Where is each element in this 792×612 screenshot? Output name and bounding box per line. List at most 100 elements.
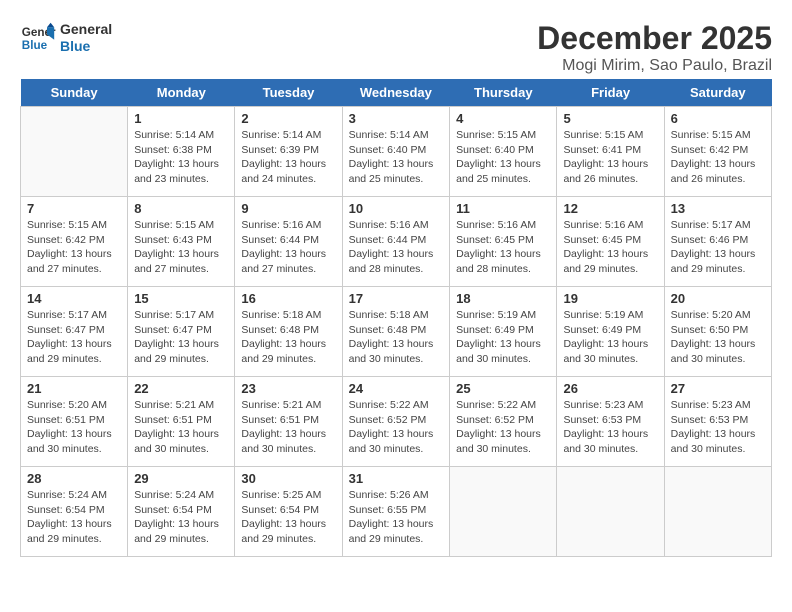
day-number: 15 xyxy=(134,291,228,306)
day-cell: 27Sunrise: 5:23 AMSunset: 6:53 PMDayligh… xyxy=(664,377,771,467)
day-number: 11 xyxy=(456,201,550,216)
day-cell xyxy=(21,107,128,197)
logo: General Blue General Blue xyxy=(20,20,112,56)
cell-info: Sunrise: 5:19 AMSunset: 6:49 PMDaylight:… xyxy=(563,308,657,367)
cell-info: Sunrise: 5:21 AMSunset: 6:51 PMDaylight:… xyxy=(134,398,228,457)
day-cell: 24Sunrise: 5:22 AMSunset: 6:52 PMDayligh… xyxy=(342,377,450,467)
logo-icon: General Blue xyxy=(20,20,56,56)
day-cell: 6 Sunrise: 5:15 AMSunset: 6:42 PMDaylight… xyxy=(664,107,771,197)
day-header-monday: Monday xyxy=(128,79,235,107)
day-header-sunday: Sunday xyxy=(21,79,128,107)
month-title: December 2025 xyxy=(537,20,772,57)
day-cell: 5 Sunrise: 5:15 AMSunset: 6:41 PMDaylight… xyxy=(557,107,664,197)
cell-info: Sunrise: 5:16 AMSunset: 6:44 PMDaylight:… xyxy=(349,218,444,277)
day-cell xyxy=(450,467,557,557)
day-number: 29 xyxy=(134,471,228,486)
day-cell: 8Sunrise: 5:15 AMSunset: 6:43 PMDaylight… xyxy=(128,197,235,287)
day-cell: 17Sunrise: 5:18 AMSunset: 6:48 PMDayligh… xyxy=(342,287,450,377)
day-number: 24 xyxy=(349,381,444,396)
cell-info: Sunrise: 5:24 AMSunset: 6:54 PMDaylight:… xyxy=(27,488,121,547)
day-number: 20 xyxy=(671,291,765,306)
week-row-0: 1Sunrise: 5:14 AMSunset: 6:38 PMDaylight… xyxy=(21,107,772,197)
day-cell: 30 Sunrise: 5:25 AMSunset: 6:54 PMDayligh… xyxy=(235,467,342,557)
calendar-body: 1Sunrise: 5:14 AMSunset: 6:38 PMDaylight… xyxy=(21,107,772,557)
cell-info: Sunrise: 5:14 AMSunset: 6:40 PMDaylight:… xyxy=(349,128,444,187)
day-number: 2 xyxy=(241,111,335,126)
day-number: 21 xyxy=(27,381,121,396)
cell-info: Sunrise: 5:24 AMSunset: 6:54 PMDaylight:… xyxy=(134,488,228,547)
day-number: 10 xyxy=(349,201,444,216)
day-cell: 12Sunrise: 5:16 AMSunset: 6:45 PMDayligh… xyxy=(557,197,664,287)
calendar-table: SundayMondayTuesdayWednesdayThursdayFrid… xyxy=(20,79,772,557)
day-cell: 16 Sunrise: 5:18 AMSunset: 6:48 PMDayligh… xyxy=(235,287,342,377)
logo-line1: General xyxy=(60,21,112,38)
day-cell: 21Sunrise: 5:20 AMSunset: 6:51 PMDayligh… xyxy=(21,377,128,467)
day-number: 1 xyxy=(134,111,228,126)
day-cell: 4 Sunrise: 5:15 AMSunset: 6:40 PMDaylight… xyxy=(450,107,557,197)
day-number: 8 xyxy=(134,201,228,216)
day-cell: 10 Sunrise: 5:16 AMSunset: 6:44 PMDayligh… xyxy=(342,197,450,287)
cell-info: Sunrise: 5:14 AMSunset: 6:39 PMDaylight:… xyxy=(241,128,335,187)
cell-info: Sunrise: 5:26 AMSunset: 6:55 PMDaylight:… xyxy=(349,488,444,547)
day-header-friday: Friday xyxy=(557,79,664,107)
cell-info: Sunrise: 5:22 AMSunset: 6:52 PMDaylight:… xyxy=(456,398,550,457)
calendar-header-row: SundayMondayTuesdayWednesdayThursdayFrid… xyxy=(21,79,772,107)
cell-info: Sunrise: 5:20 AMSunset: 6:50 PMDaylight:… xyxy=(671,308,765,367)
cell-info: Sunrise: 5:17 AMSunset: 6:46 PMDaylight:… xyxy=(671,218,765,277)
cell-info: Sunrise: 5:23 AMSunset: 6:53 PMDaylight:… xyxy=(671,398,765,457)
day-number: 30 xyxy=(241,471,335,486)
week-row-1: 7Sunrise: 5:15 AMSunset: 6:42 PMDaylight… xyxy=(21,197,772,287)
day-cell: 18Sunrise: 5:19 AMSunset: 6:49 PMDayligh… xyxy=(450,287,557,377)
day-number: 7 xyxy=(27,201,121,216)
day-number: 16 xyxy=(241,291,335,306)
day-cell xyxy=(664,467,771,557)
day-cell: 1Sunrise: 5:14 AMSunset: 6:38 PMDaylight… xyxy=(128,107,235,197)
cell-info: Sunrise: 5:17 AMSunset: 6:47 PMDaylight:… xyxy=(134,308,228,367)
day-cell: 28 Sunrise: 5:24 AMSunset: 6:54 PMDayligh… xyxy=(21,467,128,557)
day-cell: 9Sunrise: 5:16 AMSunset: 6:44 PMDaylight… xyxy=(235,197,342,287)
cell-info: Sunrise: 5:25 AMSunset: 6:54 PMDaylight:… xyxy=(241,488,335,547)
day-number: 31 xyxy=(349,471,444,486)
cell-info: Sunrise: 5:15 AMSunset: 6:42 PMDaylight:… xyxy=(671,128,765,187)
day-number: 4 xyxy=(456,111,550,126)
day-cell: 23 Sunrise: 5:21 AMSunset: 6:51 PMDayligh… xyxy=(235,377,342,467)
cell-info: Sunrise: 5:15 AMSunset: 6:40 PMDaylight:… xyxy=(456,128,550,187)
day-cell: 15 Sunrise: 5:17 AMSunset: 6:47 PMDayligh… xyxy=(128,287,235,377)
day-number: 5 xyxy=(563,111,657,126)
day-cell: 20 Sunrise: 5:20 AMSunset: 6:50 PMDayligh… xyxy=(664,287,771,377)
cell-info: Sunrise: 5:16 AMSunset: 6:44 PMDaylight:… xyxy=(241,218,335,277)
day-number: 6 xyxy=(671,111,765,126)
location-title: Mogi Mirim, Sao Paulo, Brazil xyxy=(537,57,772,75)
day-number: 23 xyxy=(241,381,335,396)
day-cell: 26Sunrise: 5:23 AMSunset: 6:53 PMDayligh… xyxy=(557,377,664,467)
cell-info: Sunrise: 5:17 AMSunset: 6:47 PMDaylight:… xyxy=(27,308,121,367)
day-header-saturday: Saturday xyxy=(664,79,771,107)
day-cell: 2 Sunrise: 5:14 AMSunset: 6:39 PMDaylight… xyxy=(235,107,342,197)
day-number: 17 xyxy=(349,291,444,306)
svg-text:Blue: Blue xyxy=(22,39,48,52)
week-row-4: 28 Sunrise: 5:24 AMSunset: 6:54 PMDayligh… xyxy=(21,467,772,557)
day-cell: 25 Sunrise: 5:22 AMSunset: 6:52 PMDayligh… xyxy=(450,377,557,467)
day-number: 19 xyxy=(563,291,657,306)
day-number: 13 xyxy=(671,201,765,216)
cell-info: Sunrise: 5:19 AMSunset: 6:49 PMDaylight:… xyxy=(456,308,550,367)
day-number: 28 xyxy=(27,471,121,486)
day-cell: 7Sunrise: 5:15 AMSunset: 6:42 PMDaylight… xyxy=(21,197,128,287)
day-cell: 22 Sunrise: 5:21 AMSunset: 6:51 PMDayligh… xyxy=(128,377,235,467)
day-number: 22 xyxy=(134,381,228,396)
cell-info: Sunrise: 5:21 AMSunset: 6:51 PMDaylight:… xyxy=(241,398,335,457)
day-number: 26 xyxy=(563,381,657,396)
page-header: General Blue General Blue December 2025 … xyxy=(20,20,772,75)
cell-info: Sunrise: 5:15 AMSunset: 6:41 PMDaylight:… xyxy=(563,128,657,187)
day-number: 3 xyxy=(349,111,444,126)
day-cell: 3 Sunrise: 5:14 AMSunset: 6:40 PMDaylight… xyxy=(342,107,450,197)
day-cell: 13 Sunrise: 5:17 AMSunset: 6:46 PMDayligh… xyxy=(664,197,771,287)
cell-info: Sunrise: 5:18 AMSunset: 6:48 PMDaylight:… xyxy=(241,308,335,367)
day-number: 25 xyxy=(456,381,550,396)
day-cell xyxy=(557,467,664,557)
day-header-wednesday: Wednesday xyxy=(342,79,450,107)
day-header-tuesday: Tuesday xyxy=(235,79,342,107)
cell-info: Sunrise: 5:16 AMSunset: 6:45 PMDaylight:… xyxy=(563,218,657,277)
day-cell: 14 Sunrise: 5:17 AMSunset: 6:47 PMDayligh… xyxy=(21,287,128,377)
day-number: 14 xyxy=(27,291,121,306)
